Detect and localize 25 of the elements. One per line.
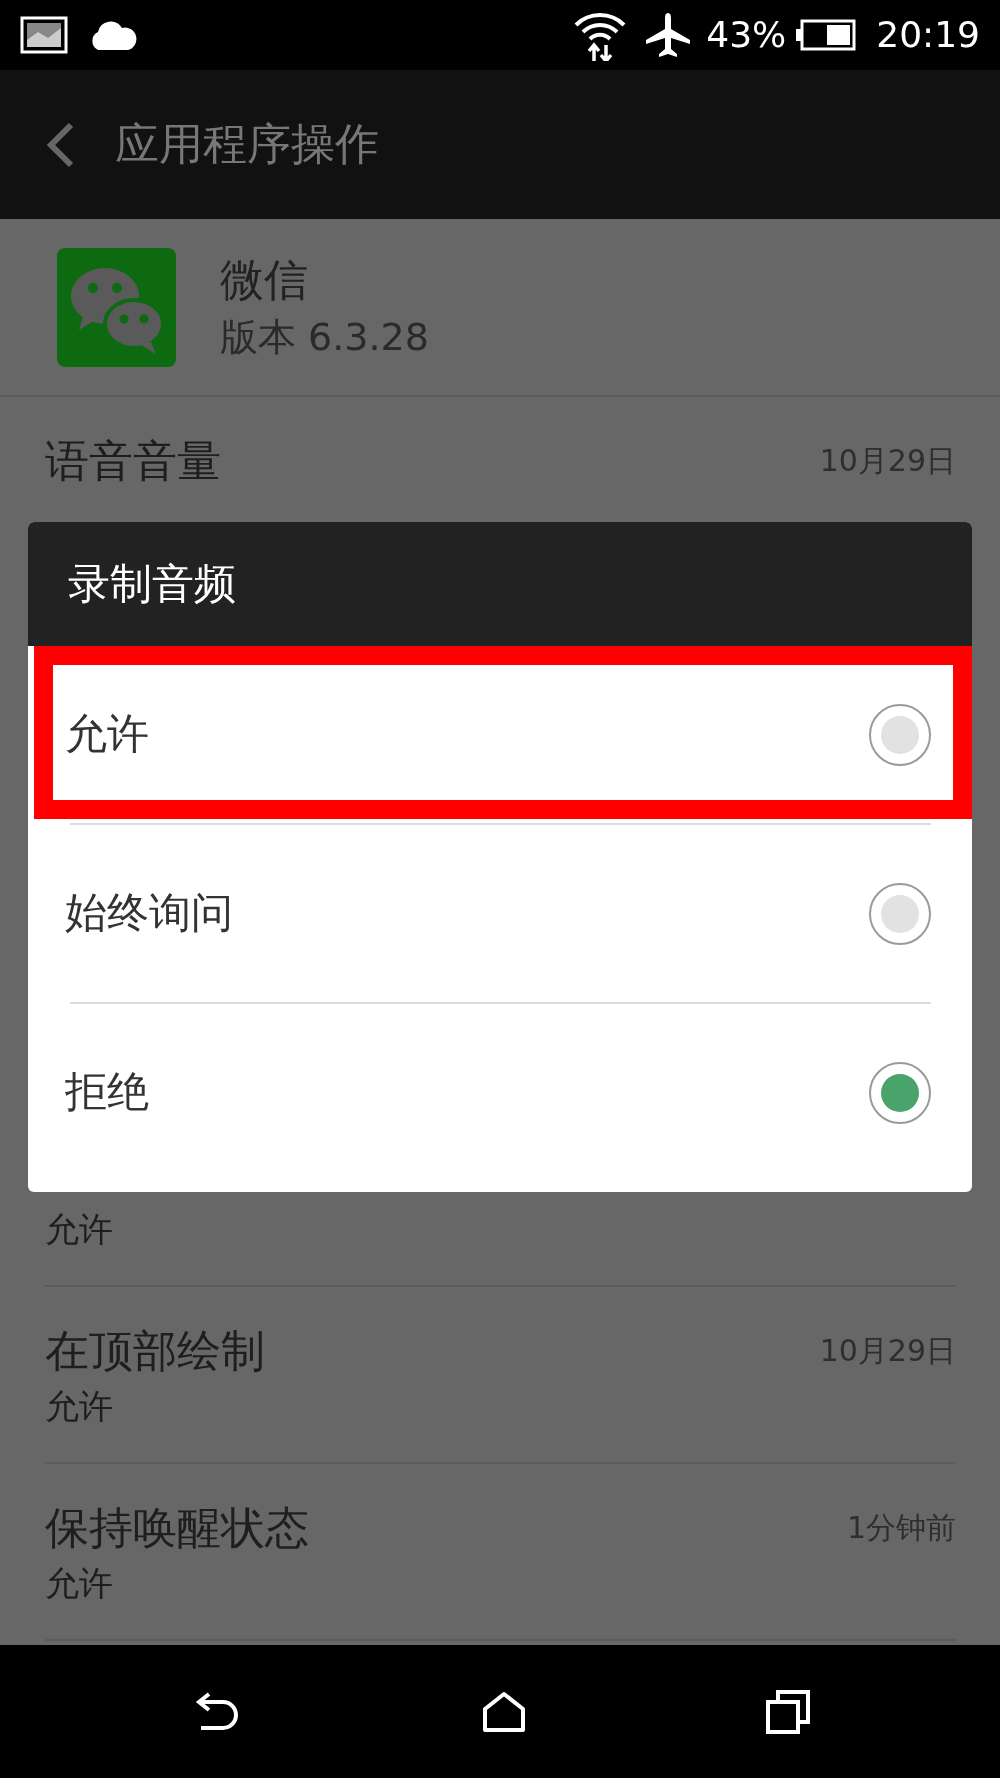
permission-title: 保持唤醒状态: [45, 1502, 309, 1554]
permission-date: 10月29日: [819, 442, 956, 480]
dialog-title: 录制音频: [68, 558, 236, 610]
chat-bubbles-icon: [57, 247, 176, 367]
permission-status: 允许: [45, 1386, 114, 1426]
radio-button[interactable]: [868, 1060, 932, 1125]
battery-icon: [796, 19, 857, 51]
airplane-icon: [644, 11, 693, 59]
permission-date: 10月29日: [819, 1332, 956, 1370]
permission-title: 语音音量: [45, 435, 221, 487]
battery-percentage: 43%: [706, 17, 787, 53]
radio-button[interactable]: [868, 702, 932, 767]
permission-date: 1分钟前: [846, 1509, 956, 1547]
permission-status: 允许: [45, 1563, 114, 1603]
clock: 20:19: [876, 17, 980, 53]
app-version: 版本 6.3.28: [220, 314, 429, 361]
picture-icon: [20, 16, 68, 54]
home-icon[interactable]: [481, 1690, 526, 1733]
radio-button[interactable]: [868, 881, 932, 946]
back-icon[interactable]: [195, 1691, 241, 1732]
recent-apps-icon[interactable]: [766, 1689, 810, 1734]
permission-title: 在顶部绘制: [45, 1325, 265, 1377]
screen-title: 应用程序操作: [115, 118, 379, 171]
app-name: 微信: [220, 253, 309, 307]
permission-status: 允许: [45, 1209, 114, 1249]
